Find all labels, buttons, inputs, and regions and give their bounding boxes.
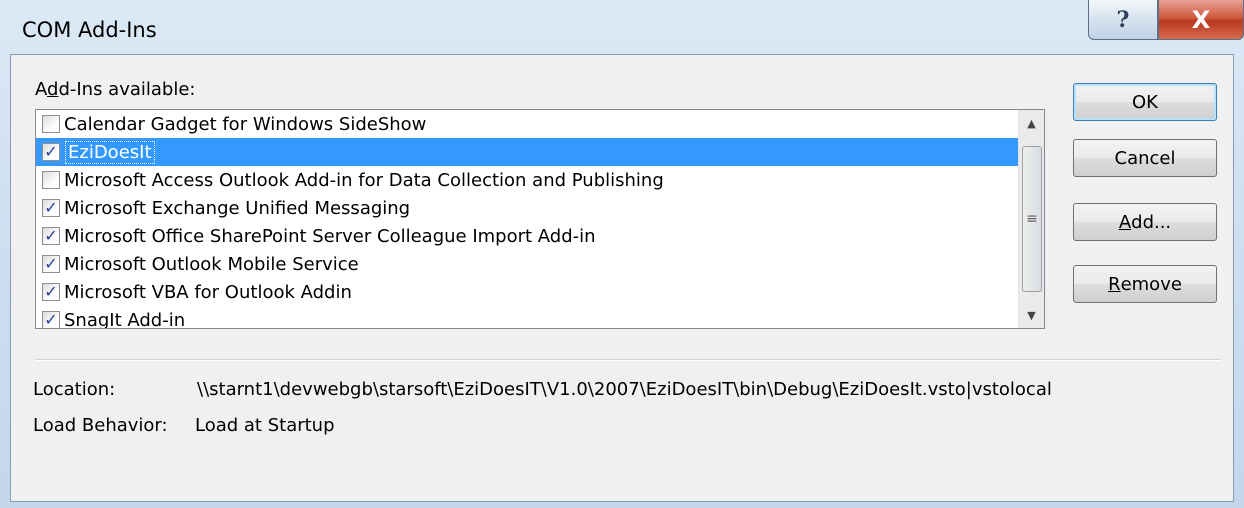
add-button[interactable]: Add... [1073,203,1217,241]
checkmark-icon: ✓ [44,310,58,329]
list-item-label: SnagIt Add-in [64,309,186,329]
title-bar[interactable]: COM Add-Ins ? X [0,0,1244,54]
list-item-label: Microsoft Outlook Mobile Service [64,253,359,275]
help-button[interactable]: ? [1088,0,1158,40]
grip-icon: ≡ [1026,211,1038,227]
window-title: COM Add-Ins [22,18,157,42]
checkbox-checked[interactable]: ✓ [42,283,60,301]
ok-button[interactable]: OK [1073,83,1217,121]
load-behavior-label: Load Behavior: [33,415,168,436]
list-item-label: Microsoft Office SharePoint Server Colle… [64,225,596,247]
addins-listbox[interactable]: Calendar Gadget for Windows SideShow ✓ Ezi… [35,109,1045,329]
list-item[interactable]: ✓ Microsoft Office SharePoint Server Coll… [36,222,1020,250]
checkmark-icon: ✓ [44,226,58,245]
list-item[interactable]: ✓ Microsoft Outlook Mobile Service [36,250,1020,278]
com-addins-dialog: COM Add-Ins ? X Add-Ins available: Calen… [0,0,1244,508]
list-item-label: Calendar Gadget for Windows SideShow [64,113,427,135]
checkbox-unchecked[interactable] [42,115,60,133]
addins-available-label: Add-Ins available: [35,79,196,100]
location-value: \\starnt1\devwebgb\starsoft\EziDoesIT\V1… [197,379,1052,400]
scroll-down-arrow-icon[interactable]: ▼ [1019,302,1044,328]
checkbox-checked[interactable]: ✓ [42,143,60,161]
list-item-label: Microsoft Exchange Unified Messaging [64,197,411,219]
separator [35,359,1221,361]
help-icon: ? [1116,6,1130,33]
scroll-thumb[interactable]: ≡ [1022,146,1042,292]
list-item[interactable]: ✓ Microsoft Exchange Unified Messaging [36,194,1020,222]
remove-button[interactable]: Remove [1073,265,1217,303]
dialog-client-area: Add-Ins available: Calendar Gadget for W… [10,54,1234,502]
checkbox-checked[interactable]: ✓ [42,199,60,217]
checkmark-icon: ✓ [44,198,58,217]
checkbox-checked[interactable]: ✓ [42,255,60,273]
checkmark-icon: ✓ [44,282,58,301]
close-icon: X [1191,5,1211,34]
list-item[interactable]: Microsoft Access Outlook Add-in for Data… [36,166,1020,194]
list-item[interactable]: ✓ SnagIt Add-in [36,306,1020,329]
location-label: Location: [33,379,116,400]
list-item-label: EziDoesIt [65,140,155,164]
load-behavior-value: Load at Startup [195,415,335,436]
close-button[interactable]: X [1158,0,1244,40]
scroll-up-arrow-icon[interactable]: ▲ [1019,110,1044,136]
list-item[interactable]: ✓ EziDoesIt [36,138,1020,166]
list-item-label: Microsoft Access Outlook Add-in for Data… [64,169,664,191]
checkbox-checked[interactable]: ✓ [42,310,60,329]
cancel-button[interactable]: Cancel [1073,139,1217,177]
checkbox-unchecked[interactable] [42,171,60,189]
list-item[interactable]: ✓ Microsoft VBA for Outlook Addin [36,278,1020,306]
list-item[interactable]: Calendar Gadget for Windows SideShow [36,110,1020,138]
checkmark-icon: ✓ [44,254,58,273]
list-item-label: Microsoft VBA for Outlook Addin [64,281,352,303]
checkbox-checked[interactable]: ✓ [42,227,60,245]
vertical-scrollbar[interactable]: ▲ ≡ ▼ [1018,110,1044,328]
checkmark-icon: ✓ [44,142,58,161]
